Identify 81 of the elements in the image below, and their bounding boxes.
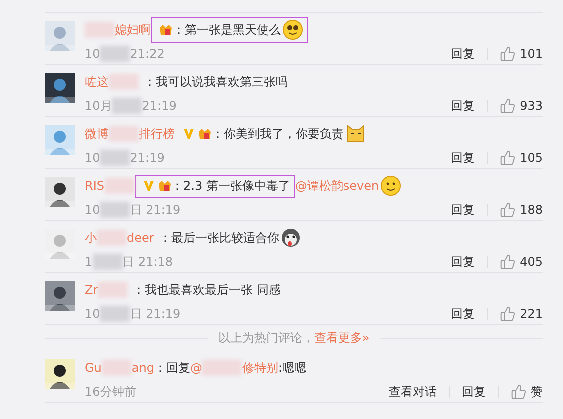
comment-time: 10: [85, 151, 100, 165]
verified-badge-icon: [142, 180, 154, 192]
comment-text: ：我也最喜欢最后一张 同感: [133, 282, 281, 298]
comment-time: 10: [85, 307, 100, 321]
redaction-blur: [98, 282, 128, 298]
comment-time: 21:19: [142, 99, 177, 113]
reply-link[interactable]: 回复: [451, 254, 476, 270]
comment-time: 日 21:19: [130, 306, 181, 322]
comment-text: ：你美到我了，你要负责: [212, 126, 344, 142]
user-name[interactable]: 微博: [85, 126, 109, 142]
redaction-blur: [104, 178, 134, 194]
reply-prefix: ：回复: [154, 360, 190, 376]
redaction-blur: [202, 360, 242, 376]
redaction-blur: [92, 254, 123, 270]
comment-time: 日 21:19: [130, 202, 181, 218]
fan-badge-icon: [198, 127, 212, 141]
like-icon[interactable]: [500, 202, 516, 218]
comment-time: 10: [85, 203, 100, 217]
redaction-blur: [100, 306, 130, 322]
reply-link[interactable]: 回复: [451, 98, 476, 114]
dog-icon: [281, 228, 302, 248]
comment-text: ：最后一张比较适合你: [159, 230, 280, 246]
comment-time: 16分钟前: [85, 384, 136, 400]
redaction-blur: [97, 230, 127, 246]
comment-text: ：第一张是黑天使么: [173, 22, 281, 38]
redaction-blur: [100, 202, 130, 218]
verified-badge-icon: [183, 128, 195, 140]
user-name[interactable]: deer: [127, 231, 154, 245]
view-conversation-link[interactable]: 查看对话: [389, 384, 437, 400]
reply-link[interactable]: 回复: [451, 306, 476, 322]
like-icon[interactable]: [500, 150, 516, 166]
see-more-link[interactable]: 查看更多»: [314, 330, 370, 346]
redaction-blur: [85, 22, 115, 38]
like-count: 221: [520, 307, 543, 321]
smiley-icon: [283, 20, 303, 40]
like-icon[interactable]: [500, 306, 516, 322]
fan-badge-icon: [158, 179, 172, 193]
reply-link[interactable]: 回复: [451, 46, 476, 62]
mention-link[interactable]: @谭松韵seven: [295, 178, 380, 194]
comment-time: 21:22: [130, 47, 165, 61]
mention-link[interactable]: @: [190, 361, 202, 375]
redaction-blur: [102, 360, 132, 376]
like-icon[interactable]: [500, 254, 516, 270]
user-name[interactable]: Gu: [85, 361, 102, 375]
user-name[interactable]: 咗这: [85, 74, 109, 90]
like-count: 105: [520, 151, 543, 165]
redaction-blur: [100, 150, 130, 166]
like-count: 赞: [531, 384, 543, 400]
redaction-blur: [112, 98, 142, 114]
reply-link[interactable]: 回复: [462, 384, 486, 400]
smiley-icon: [381, 176, 402, 196]
like-icon[interactable]: [511, 384, 527, 400]
mention-link[interactable]: 修特别: [242, 360, 278, 376]
comment-time: 1: [85, 255, 93, 269]
comment-text: :嗯嗯: [278, 360, 307, 376]
cat-icon: [346, 124, 366, 144]
user-name[interactable]: ang: [132, 361, 154, 375]
like-icon[interactable]: [500, 98, 516, 114]
reply-link[interactable]: 回复: [451, 202, 476, 218]
hot-comments-note: 以上为热门评论，: [218, 330, 314, 346]
like-count: 405: [520, 255, 543, 269]
comment-time: 日 21:18: [122, 254, 174, 270]
comment-time: 10: [85, 47, 100, 61]
like-count: 188: [520, 203, 543, 217]
reply-link[interactable]: 回复: [451, 150, 476, 166]
comment-text: ：2.3 第一张像中毒了: [172, 178, 290, 194]
like-count: 933: [520, 99, 543, 113]
redaction-blur: [100, 46, 130, 62]
like-icon[interactable]: [500, 46, 516, 62]
comment-text: ：我可以说我喜欢第三张吗: [144, 74, 288, 90]
user-name[interactable]: 排行榜: [139, 126, 175, 142]
redaction-blur: [109, 126, 139, 142]
fan-badge-icon: [159, 23, 173, 37]
like-count: 101: [520, 47, 543, 61]
user-name[interactable]: 媳妇啊: [115, 22, 151, 38]
redaction-blur: [109, 74, 139, 90]
user-name[interactable]: Zr: [85, 283, 98, 297]
user-name[interactable]: 小: [85, 230, 97, 246]
comment-time: 10月: [85, 98, 112, 114]
user-name[interactable]: RIS: [85, 179, 104, 193]
comment-time: 21:19: [130, 151, 165, 165]
